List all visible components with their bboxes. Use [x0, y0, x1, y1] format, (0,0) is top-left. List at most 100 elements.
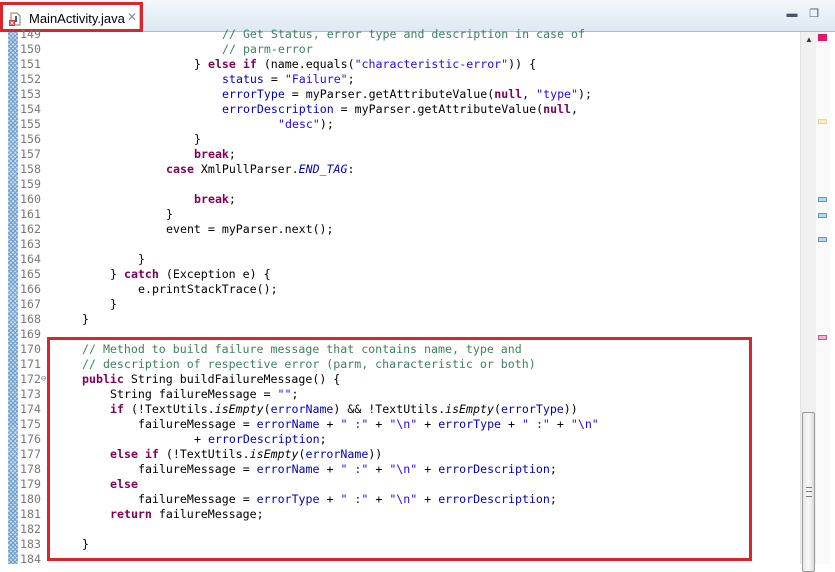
code-line[interactable]: 184: [0, 552, 800, 567]
code-line[interactable]: 158 case XmlPullParser.END_TAG:: [0, 162, 800, 177]
code-line[interactable]: 182: [0, 522, 800, 537]
code-line[interactable]: 179 else: [0, 477, 800, 492]
keyword: if: [242, 57, 257, 71]
code-line[interactable]: 151} else if (name.equals("characteristi…: [0, 57, 800, 72]
line-number: 158: [20, 162, 41, 176]
code-line[interactable]: 171 // description of respective error (p…: [0, 357, 800, 372]
comment: // Method to build failure message that …: [82, 342, 522, 356]
code-token: failureMessage =: [138, 462, 257, 476]
line-number: 155: [20, 117, 41, 131]
code-token: +: [194, 432, 208, 446]
line-number: 181: [20, 507, 41, 521]
code-line[interactable]: 178 failureMessage = errorName + " :" + "…: [0, 462, 800, 477]
code-line[interactable]: 156}: [0, 132, 800, 147]
code-token: );: [319, 117, 334, 131]
field: errorName: [256, 417, 320, 431]
restore-icon[interactable]: ❐: [808, 8, 820, 20]
code-line[interactable]: 152 status = "Failure";: [0, 72, 800, 87]
fold-collapse-icon[interactable]: ⊖: [41, 372, 46, 387]
code-token: ;: [228, 192, 236, 206]
comment: // description of respective error (parm…: [82, 357, 536, 371]
code-line[interactable]: 173 String failureMessage = "";: [0, 387, 800, 402]
code-line[interactable]: 174 if (!TextUtils.isEmpty(errorName) && …: [0, 402, 800, 417]
code-line[interactable]: 155 "desc");: [0, 117, 800, 132]
overview-ruler[interactable]: [816, 32, 830, 564]
keyword: null: [494, 87, 523, 101]
scrollbar-thumb[interactable]: [802, 412, 815, 572]
code-line[interactable]: 166 e.printStackTrace();: [0, 282, 800, 297]
code-line[interactable]: 162 event = myParser.next();: [0, 222, 800, 237]
code-line[interactable]: 165} catch (Exception e) {: [0, 267, 800, 282]
code-line[interactable]: 176 + errorDescription;: [0, 432, 800, 447]
code-token: String buildFailureMessage() {: [123, 372, 341, 386]
code-token: }: [194, 57, 208, 71]
code-line[interactable]: 170 // Method to build failure message th…: [0, 342, 800, 357]
code-token: }: [82, 312, 89, 326]
code-line[interactable]: 175 failureMessage = errorName + " :" + "…: [0, 417, 800, 432]
code-text: failureMessage = errorType + " :" + "\n"…: [138, 492, 557, 507]
occurrence-marker[interactable]: [818, 237, 827, 242]
line-number: 184: [20, 552, 41, 566]
code-token: )) {: [508, 57, 537, 71]
code-lines[interactable]: 149 // Get Status, error type and descrip…: [0, 27, 800, 567]
code-token: =: [263, 72, 285, 86]
code-line[interactable]: 160 break;: [0, 192, 800, 207]
line-number: 154: [20, 102, 41, 116]
code-line[interactable]: 168}: [0, 312, 800, 327]
line-number: 178: [20, 462, 41, 476]
string-literal: "desc": [278, 117, 320, 131]
code-line[interactable]: 167}: [0, 297, 800, 312]
code-token: +: [501, 417, 522, 431]
vertical-scrollbar[interactable]: ▲: [800, 32, 817, 572]
code-token: = myParser.getAttributeValue(: [333, 102, 544, 116]
line-number: 183: [20, 537, 41, 551]
code-token: +: [319, 462, 341, 476]
occurrence-marker[interactable]: [818, 197, 827, 202]
string-literal: "\n": [570, 417, 599, 431]
code-line[interactable]: 150 // parm-error: [0, 42, 800, 57]
field: errorDescription: [438, 492, 550, 506]
code-line[interactable]: 159: [0, 177, 800, 192]
static-method: isEmpty: [249, 447, 299, 461]
error-marker[interactable]: [818, 34, 827, 41]
code-token: String failureMessage =: [110, 387, 278, 401]
code-text: + errorDescription;: [194, 432, 327, 447]
field: errorType: [256, 492, 320, 506]
keyword: public: [82, 372, 124, 386]
code-token: ,: [571, 102, 578, 116]
string-literal: " :": [521, 417, 550, 431]
warning-marker[interactable]: [818, 119, 827, 124]
keyword: break: [194, 192, 229, 206]
line-number: 162: [20, 222, 41, 236]
minimize-icon[interactable]: ▬: [786, 8, 798, 20]
code-token: ;: [228, 147, 236, 161]
scroll-up-arrow-icon[interactable]: ▲: [805, 35, 813, 44]
code-line[interactable]: 157 break;: [0, 147, 800, 162]
code-line[interactable]: 163: [0, 237, 800, 252]
field: errorName: [305, 447, 369, 461]
line-number: 182: [20, 522, 41, 536]
field: errorName: [256, 462, 320, 476]
code-token: event = myParser.next();: [166, 222, 334, 236]
keyword: catch: [123, 267, 159, 281]
task-marker[interactable]: [818, 335, 827, 340]
code-line[interactable]: 149 // Get Status, error type and descrip…: [0, 27, 800, 42]
code-token: ;: [549, 462, 557, 476]
code-token: +: [319, 417, 341, 431]
code-line[interactable]: 154 errorDescription = myParser.getAttrib…: [0, 102, 800, 117]
code-token: (Exception e) {: [158, 267, 271, 281]
code-line[interactable]: 177 else if (!TextUtils.isEmpty(errorName…: [0, 447, 800, 462]
code-line[interactable]: 180 failureMessage = errorType + " :" + "…: [0, 492, 800, 507]
code-token: e.printStackTrace();: [138, 282, 278, 296]
code-line[interactable]: 153 errorType = myParser.getAttributeValu…: [0, 87, 800, 102]
code-line[interactable]: 181 return failureMessage;: [0, 507, 800, 522]
code-line[interactable]: 161}: [0, 207, 800, 222]
code-line[interactable]: 183}: [0, 537, 800, 552]
code-line[interactable]: 164}: [0, 252, 800, 267]
code-token: }: [110, 267, 124, 281]
code-line[interactable]: 172 ⊖ public String buildFailureMessage() …: [0, 372, 800, 387]
close-icon[interactable]: ✕: [127, 10, 137, 24]
code-token: );: [578, 87, 592, 101]
occurrence-marker[interactable]: [818, 213, 827, 218]
code-line[interactable]: 169: [0, 327, 800, 342]
